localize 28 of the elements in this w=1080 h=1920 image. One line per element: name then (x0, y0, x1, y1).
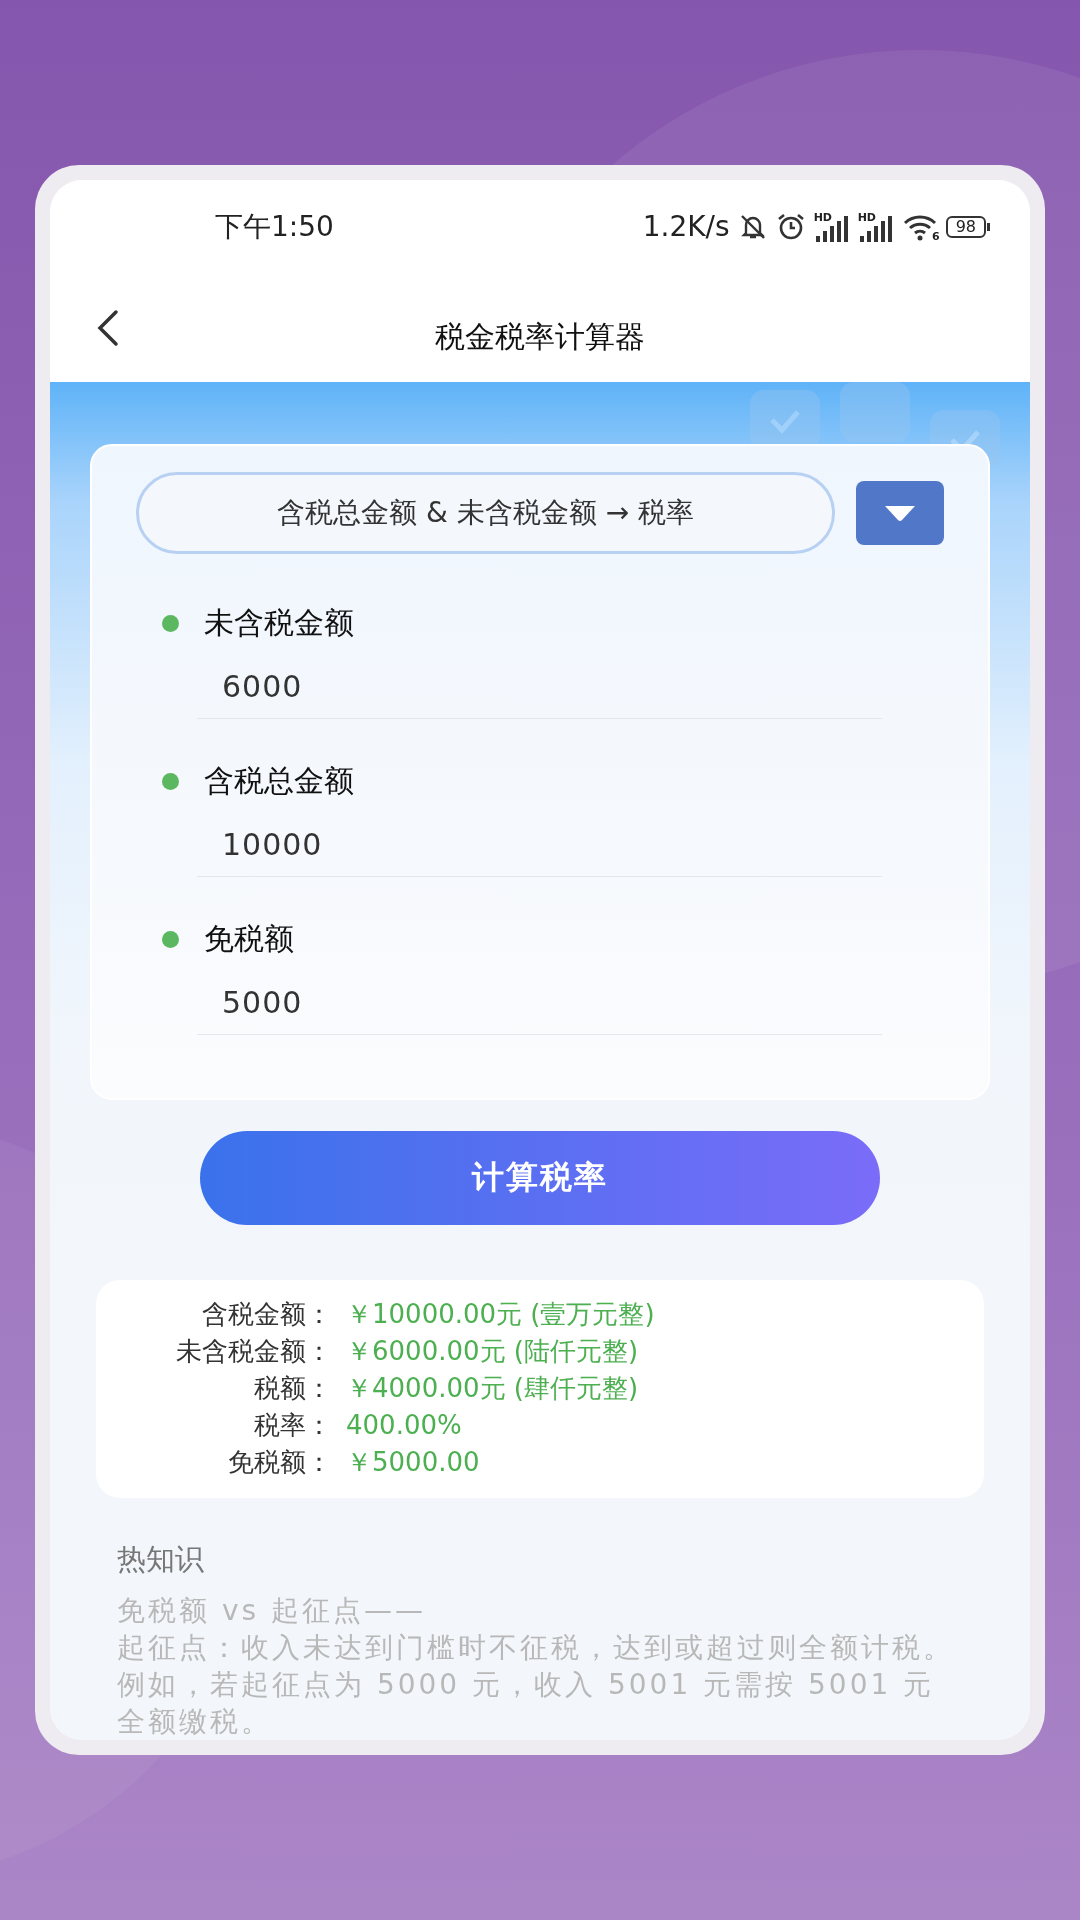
bullet-dot (162, 772, 179, 790)
result-label: 税额： (253, 1372, 332, 1405)
section-title: 热知识 (117, 1541, 205, 1578)
status-time: 下午1:50 (215, 208, 334, 245)
mode-select[interactable]: 含税总金额 & 未含税金额 → 税率 (136, 472, 836, 554)
result-value: ￥6000.00元 (陆仟元整) (346, 1335, 640, 1368)
result-value: ￥5000.00 (346, 1446, 481, 1479)
result-label: 未含税金额： (175, 1335, 332, 1368)
page-title: 税金税率计算器 (435, 318, 645, 357)
result-value: ￥10000.00元 (壹万元整) (346, 1298, 655, 1331)
field-label: 含税总金额 (204, 761, 354, 800)
field-label: 未含税金额 (204, 603, 354, 642)
amount-field[interactable]: 6000 (197, 663, 882, 719)
result-label: 税率： (253, 1409, 332, 1442)
result-label: 含税金额： (201, 1298, 332, 1331)
field-label: 免税额 (204, 919, 294, 958)
tip-text: 免税额 vs 起征点—— (117, 1593, 427, 1629)
result-label: 免税额： (227, 1446, 332, 1479)
result-value: 400.00% (346, 1409, 463, 1442)
bullet-dot (162, 930, 179, 948)
amount-field[interactable]: 10000 (197, 821, 882, 877)
tip-text: 起征点：收入未达到门槛时不征税，达到或超过则全额计税。例如，若起征点为 5000 元，收入 5001 元需按 5001 元全额缴税。 (117, 1630, 955, 1740)
network-speed: 1.2K/s (642, 210, 730, 244)
amount-field[interactable]: 5000 (197, 979, 882, 1035)
bullet-dot (162, 614, 179, 632)
calculate-button[interactable]: 计算税率 (200, 1131, 880, 1225)
dropdown-button[interactable] (856, 481, 944, 545)
result-value: ￥4000.00元 (肆仟元整) (346, 1372, 640, 1405)
